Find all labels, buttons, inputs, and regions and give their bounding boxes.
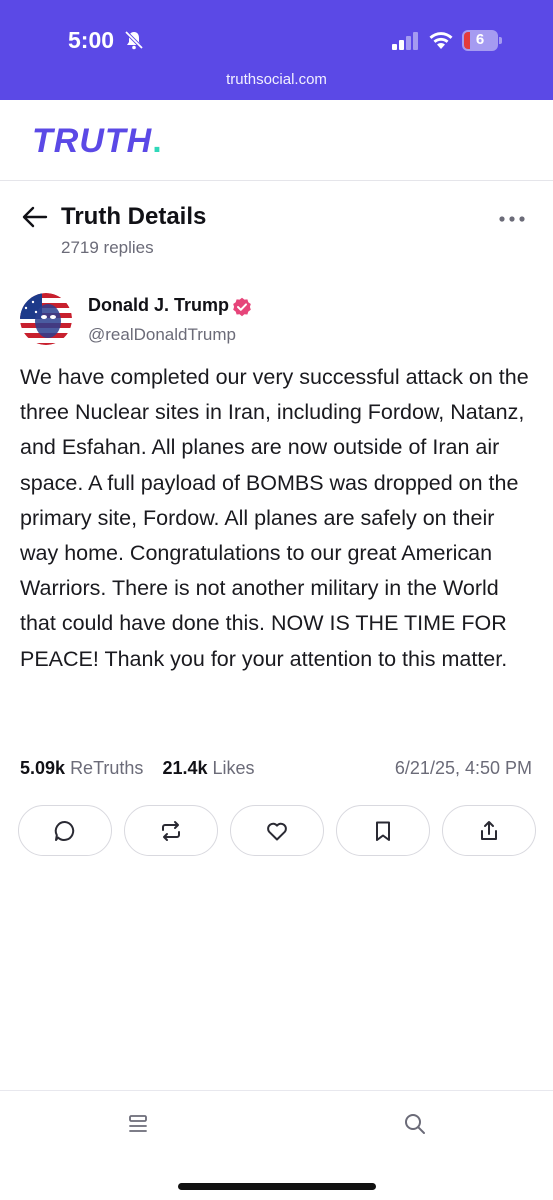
share-icon [481,820,497,840]
battery-indicator: 6 [462,30,502,51]
back-arrow-icon[interactable] [22,205,48,229]
browser-url[interactable]: truthsocial.com [0,71,553,88]
bottom-nav-divider [0,1090,553,1091]
silent-bell-icon [124,30,144,50]
verified-badge-icon [233,297,251,317]
author-handle[interactable]: @realDonaldTrump [88,325,236,345]
heart-icon [267,822,287,840]
post-stats: 5.09k ReTruths 21.4k Likes [20,758,255,779]
home-feed-icon[interactable] [127,1113,149,1135]
wifi-icon [429,32,453,49]
home-indicator[interactable] [178,1183,376,1190]
retruths-label[interactable]: ReTruths [70,758,143,778]
status-time: 5:00 [68,27,115,53]
retruths-count[interactable]: 5.09k [20,758,65,778]
retruth-button[interactable] [124,805,218,856]
battery-level: 6 [475,31,485,48]
truth-logo[interactable]: TRUTH. [32,122,163,161]
author-name[interactable]: Donald J. Trump [88,295,229,316]
reply-button[interactable] [18,805,112,856]
avatar[interactable] [20,293,72,345]
like-button[interactable] [230,805,324,856]
post-text: We have completed our very successful at… [20,365,529,671]
likes-label[interactable]: Likes [213,758,255,778]
reply-icon [54,820,75,841]
search-icon[interactable] [403,1112,427,1136]
more-options-icon[interactable] [498,214,526,224]
header-divider [0,180,553,181]
share-button[interactable] [442,805,536,856]
page-title: Truth Details [61,203,207,230]
replies-count: 2719 replies [61,238,154,257]
post-actions [18,805,536,857]
likes-count[interactable]: 21.4k [162,758,207,778]
bookmark-button[interactable] [336,805,430,856]
cellular-signal-icon [392,32,418,50]
bookmark-icon [376,821,390,841]
status-bar: 5:00 6 truthsocial.com [0,0,553,100]
post-timestamp: 6/21/25, 4:50 PM [394,758,532,778]
retruth-icon [162,820,180,841]
logo-dot: . [152,122,163,160]
logo-text: TRUTH [32,122,153,160]
battery-nub [499,37,502,44]
